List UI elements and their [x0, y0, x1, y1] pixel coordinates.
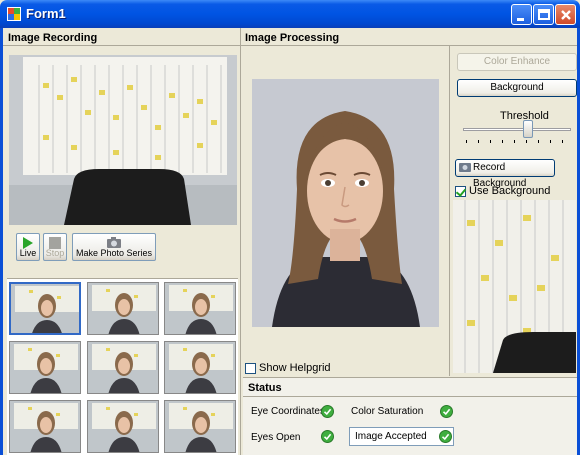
live-button[interactable]: Live — [16, 233, 40, 261]
thumbnail[interactable] — [87, 341, 159, 394]
thumbnail-image — [10, 342, 80, 393]
thumbnail-image — [165, 401, 235, 452]
camera-icon — [107, 237, 121, 248]
thumbnail-image — [88, 342, 158, 393]
thumbnail-image — [11, 284, 79, 333]
image-accepted-box: Image Accepted — [349, 427, 454, 446]
window-title: Form1 — [26, 6, 66, 21]
thumbnail[interactable] — [164, 341, 236, 394]
thumbnail-image — [88, 401, 158, 452]
image-recording-header: Image Recording — [8, 32, 98, 44]
make-photo-series-button[interactable]: Make Photo Series — [72, 233, 156, 261]
thumbnail[interactable] — [9, 341, 81, 394]
close-icon — [561, 10, 571, 20]
thumbnail[interactable] — [9, 282, 81, 335]
camera-scene — [9, 55, 237, 225]
record-background-button[interactable]: Record Background — [455, 159, 555, 189]
image-processing-header: Image Processing — [245, 32, 340, 44]
threshold-slider-thumb[interactable] — [522, 120, 533, 138]
record-icon — [459, 163, 471, 172]
show-helpgrid-checkbox[interactable] — [245, 363, 256, 374]
thumbnail[interactable] — [87, 400, 159, 453]
title-bar[interactable]: Form1 — [0, 0, 580, 28]
thumbnail-image — [10, 401, 80, 452]
thumbnail-image — [165, 342, 235, 393]
minimize-icon — [517, 18, 524, 21]
status-header: Status — [248, 382, 282, 394]
background-scene — [453, 200, 576, 373]
header-divider — [3, 45, 577, 46]
thumbnail[interactable] — [164, 282, 236, 335]
use-background-checkbox[interactable] — [455, 186, 466, 197]
eye-coordinates-label: Eye Coordinates — [251, 406, 325, 417]
slider-ticks — [466, 140, 570, 143]
eyes-open-label: Eyes Open — [251, 432, 301, 443]
stop-button[interactable]: Stop — [43, 233, 67, 261]
image-accepted-label: Image Accepted — [355, 431, 427, 442]
background-preview — [453, 200, 576, 373]
check-circle-icon — [321, 405, 334, 418]
processed-face-image — [252, 79, 439, 327]
color-enhance-button[interactable]: Color Enhance — [457, 53, 577, 71]
face-portrait — [252, 79, 439, 327]
minimize-button[interactable] — [511, 4, 532, 25]
thumbnail[interactable] — [87, 282, 159, 335]
check-circle-icon — [440, 405, 453, 418]
thumbnail-image — [165, 283, 235, 334]
background-button[interactable]: Background — [457, 79, 577, 97]
maximize-icon — [538, 9, 550, 20]
live-label: Live — [19, 248, 37, 258]
stop-label: Stop — [45, 248, 65, 258]
thumbnail-image — [88, 283, 158, 334]
show-helpgrid-label: Show Helpgrid — [259, 362, 331, 374]
camera-preview — [9, 55, 237, 225]
photo-series-label: Make Photo Series — [75, 248, 153, 258]
check-circle-icon — [321, 430, 334, 443]
thumbnail[interactable] — [164, 400, 236, 453]
color-saturation-label: Color Saturation — [351, 406, 424, 417]
photo-series-grid — [7, 278, 238, 455]
status-divider — [243, 396, 577, 397]
panel-divider — [240, 28, 241, 455]
controls-divider — [449, 46, 450, 376]
maximize-button[interactable] — [533, 4, 554, 25]
thumbnail[interactable] — [9, 400, 81, 453]
threshold-slider-track[interactable] — [463, 128, 571, 131]
use-background-label: Use Background — [469, 185, 551, 197]
close-button[interactable] — [555, 4, 576, 25]
check-circle-icon — [439, 430, 452, 443]
app-icon — [7, 7, 21, 21]
